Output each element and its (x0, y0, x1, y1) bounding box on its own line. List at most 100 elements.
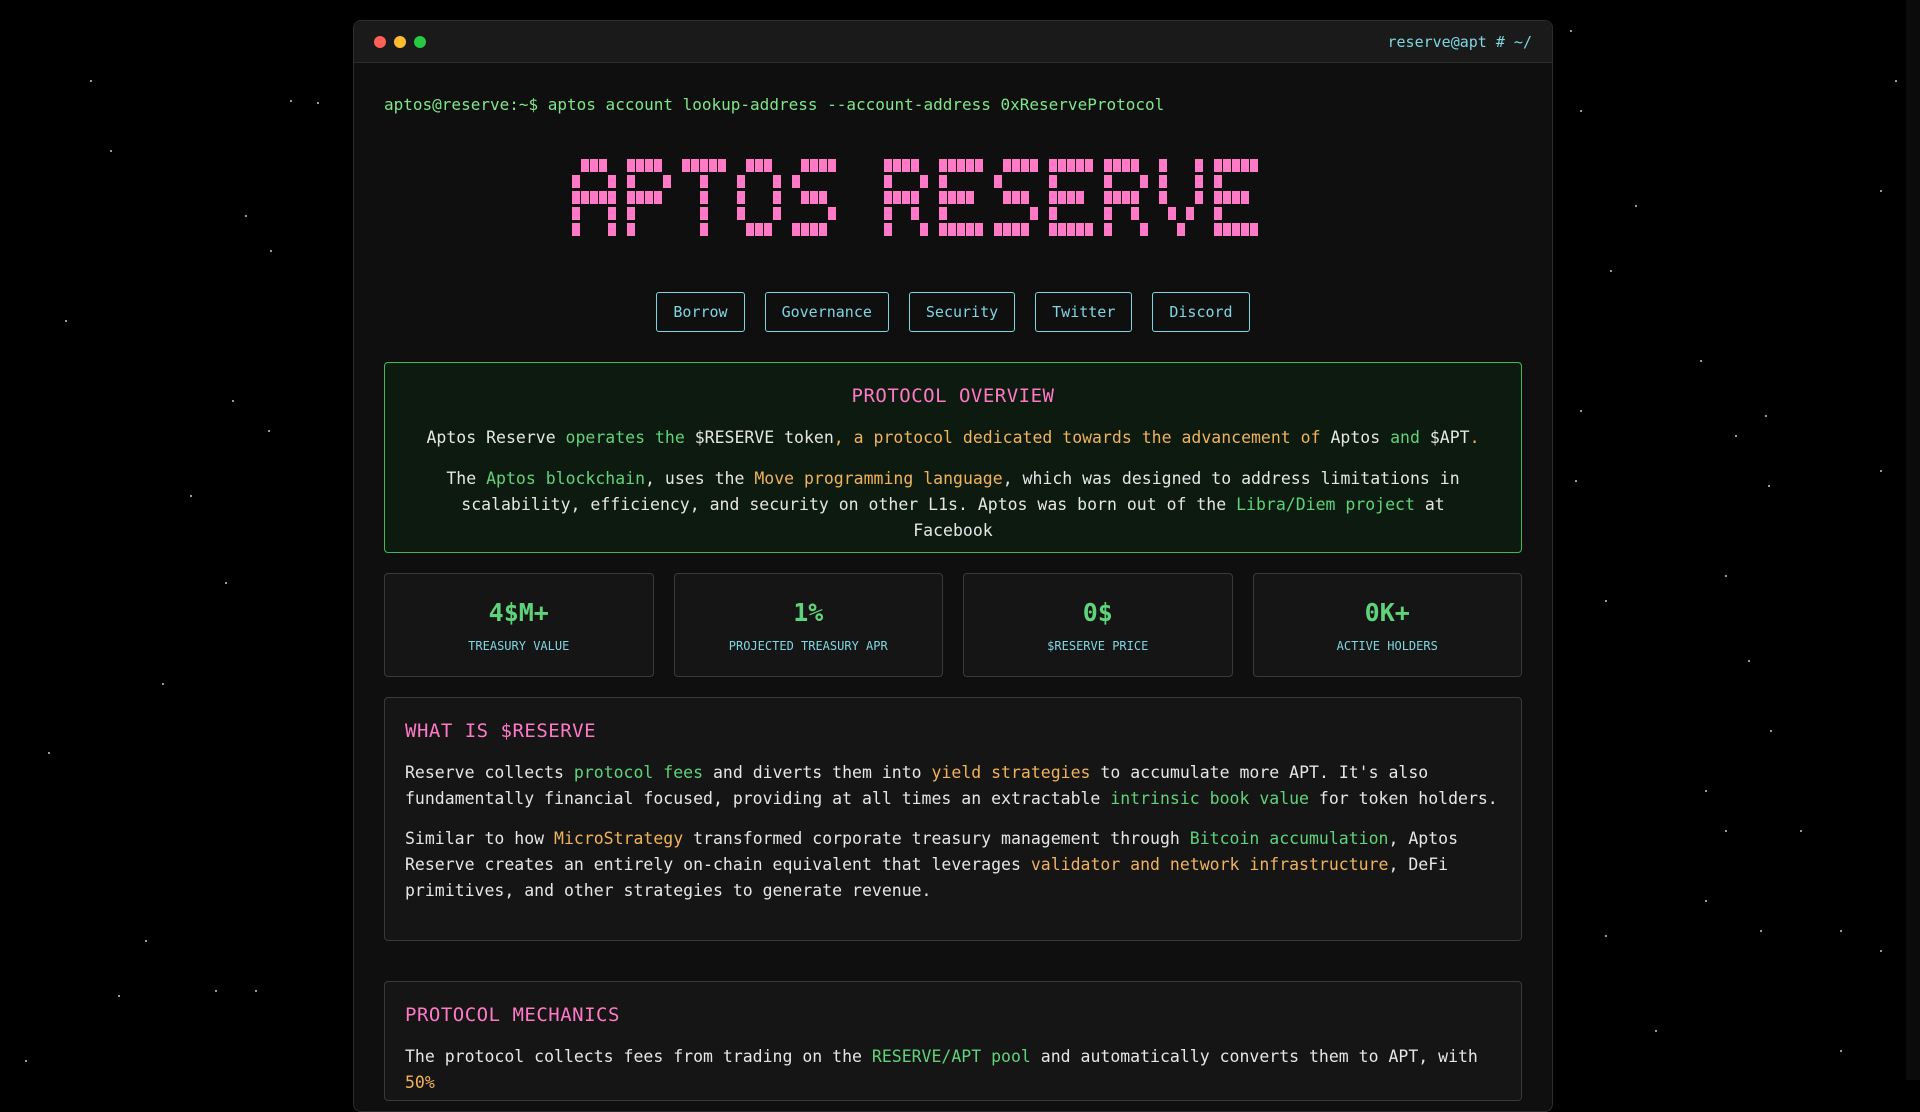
star (268, 430, 270, 432)
star (1705, 790, 1707, 792)
star (225, 582, 227, 584)
highlighted-term: validator and network infrastructure (1031, 855, 1389, 874)
nav-button-security[interactable]: Security (909, 292, 1015, 332)
star (1570, 30, 1572, 32)
protocol-overview-panel: PROTOCOL OVERVIEW Aptos Reserve operates… (384, 362, 1522, 553)
page-scrollbar[interactable] (1906, 0, 1920, 1080)
highlighted-term: yield strategies (932, 763, 1091, 782)
star (1725, 830, 1727, 832)
stat-value: 1% (675, 598, 943, 627)
highlighted-term: operates the (556, 428, 695, 447)
terminal-content: aptos@reserve:~$ aptos account lookup-ad… (354, 95, 1552, 1101)
star (1880, 470, 1882, 472)
window-titlebar: reserve@apt # ~/ (354, 21, 1552, 63)
star (290, 100, 292, 102)
highlighted-term: MicroStrategy (554, 829, 683, 848)
paragraph-text: The (446, 469, 486, 488)
star (270, 250, 272, 252)
stat-card: 0$ $RESERVE PRICE (963, 573, 1233, 677)
overview-paragraph-2: The Aptos blockchain, uses the Move prog… (425, 466, 1481, 544)
protocol-mechanics-card: PROTOCOL MECHANICS The protocol collects… (384, 981, 1522, 1101)
star (1880, 950, 1882, 952)
mechanics-paragraph-1: The protocol collects fees from trading … (405, 1044, 1501, 1096)
star (1768, 485, 1770, 487)
highlighted-term: intrinsic book value (1110, 789, 1309, 808)
star (1635, 205, 1637, 207)
star (65, 320, 67, 322)
nav-button-twitter[interactable]: Twitter (1035, 292, 1132, 332)
overview-title: PROTOCOL OVERVIEW (425, 385, 1481, 407)
star (1610, 270, 1612, 272)
star (48, 752, 50, 754)
star (1605, 935, 1607, 937)
star (215, 990, 217, 992)
paragraph-text: , uses the (645, 469, 754, 488)
star (1800, 830, 1802, 832)
star (1765, 415, 1767, 417)
star (1725, 575, 1727, 577)
star (110, 150, 112, 152)
star (255, 990, 257, 992)
nav-button-discord[interactable]: Discord (1152, 292, 1249, 332)
stat-card: 4$M+ TREASURY VALUE (384, 573, 654, 677)
paragraph-text: The protocol collects fees from trading … (405, 1047, 872, 1066)
star (1840, 930, 1842, 932)
mechanics-title: PROTOCOL MECHANICS (405, 1004, 1501, 1026)
star (25, 1060, 27, 1062)
stat-value: 4$M+ (385, 598, 653, 627)
command-line: aptos@reserve:~$ aptos account lookup-ad… (384, 95, 1522, 114)
stat-value: 0$ (964, 598, 1232, 627)
nav-bar: Borrow Governance Security Twitter Discord (384, 292, 1522, 332)
highlighted-term: protocol fees (574, 763, 703, 782)
star (1748, 660, 1750, 662)
paragraph-text: and automatically converts them to APT, … (1031, 1047, 1478, 1066)
paragraph-text: Reserve collects (405, 763, 574, 782)
stat-label: TREASURY VALUE (385, 639, 653, 653)
paragraph-text: for token holders. (1309, 789, 1498, 808)
highlighted-term: Bitcoin accumulation (1190, 829, 1389, 848)
star (1770, 730, 1772, 732)
star (245, 215, 247, 217)
aptos-reserve-ascii-logo (572, 154, 1334, 244)
nav-button-governance[interactable]: Governance (765, 292, 889, 332)
star (1705, 900, 1707, 902)
star (118, 995, 120, 997)
star (1880, 190, 1882, 192)
star (1700, 360, 1702, 362)
what-is-reserve-card: WHAT IS $RESERVE Reserve collects protoc… (384, 697, 1522, 941)
star (145, 940, 147, 942)
star (1655, 1030, 1657, 1032)
highlighted-term: Aptos blockchain (486, 469, 645, 488)
what-is-paragraph-1: Reserve collects protocol fees and diver… (405, 760, 1501, 812)
star (1840, 1050, 1842, 1052)
star (1580, 110, 1582, 112)
highlighted-term: Move programming language (754, 469, 1002, 488)
star (1605, 600, 1607, 602)
star (90, 80, 92, 82)
paragraph-text: Aptos Reserve (426, 428, 555, 447)
paragraph-text: $APT (1430, 428, 1470, 447)
paragraph-text: $RESERVE token (695, 428, 834, 447)
stat-card: 1% PROJECTED TREASURY APR (674, 573, 944, 677)
paragraph-text: Similar to how (405, 829, 554, 848)
stat-value: 0K+ (1254, 598, 1522, 627)
star (1735, 435, 1737, 437)
star (1575, 480, 1577, 482)
paragraph-text: transformed corporate treasury managemen… (683, 829, 1190, 848)
star (1760, 930, 1762, 932)
star (190, 495, 192, 497)
stat-label: PROJECTED TREASURY APR (675, 639, 943, 653)
star (162, 683, 164, 685)
highlighted-term: Libra/Diem project (1236, 495, 1415, 514)
star (1580, 410, 1582, 412)
minimize-window-button[interactable] (394, 36, 406, 48)
stat-label: $RESERVE PRICE (964, 639, 1232, 653)
maximize-window-button[interactable] (414, 36, 426, 48)
close-window-button[interactable] (374, 36, 386, 48)
highlighted-term: 50% (405, 1073, 435, 1092)
highlighted-term: RESERVE/APT pool (872, 1047, 1031, 1066)
paragraph-text: and diverts them into (703, 763, 931, 782)
nav-button-borrow[interactable]: Borrow (656, 292, 744, 332)
stats-row: 4$M+ TREASURY VALUE 1% PROJECTED TREASURY A… (384, 573, 1522, 677)
stat-label: ACTIVE HOLDERS (1254, 639, 1522, 653)
